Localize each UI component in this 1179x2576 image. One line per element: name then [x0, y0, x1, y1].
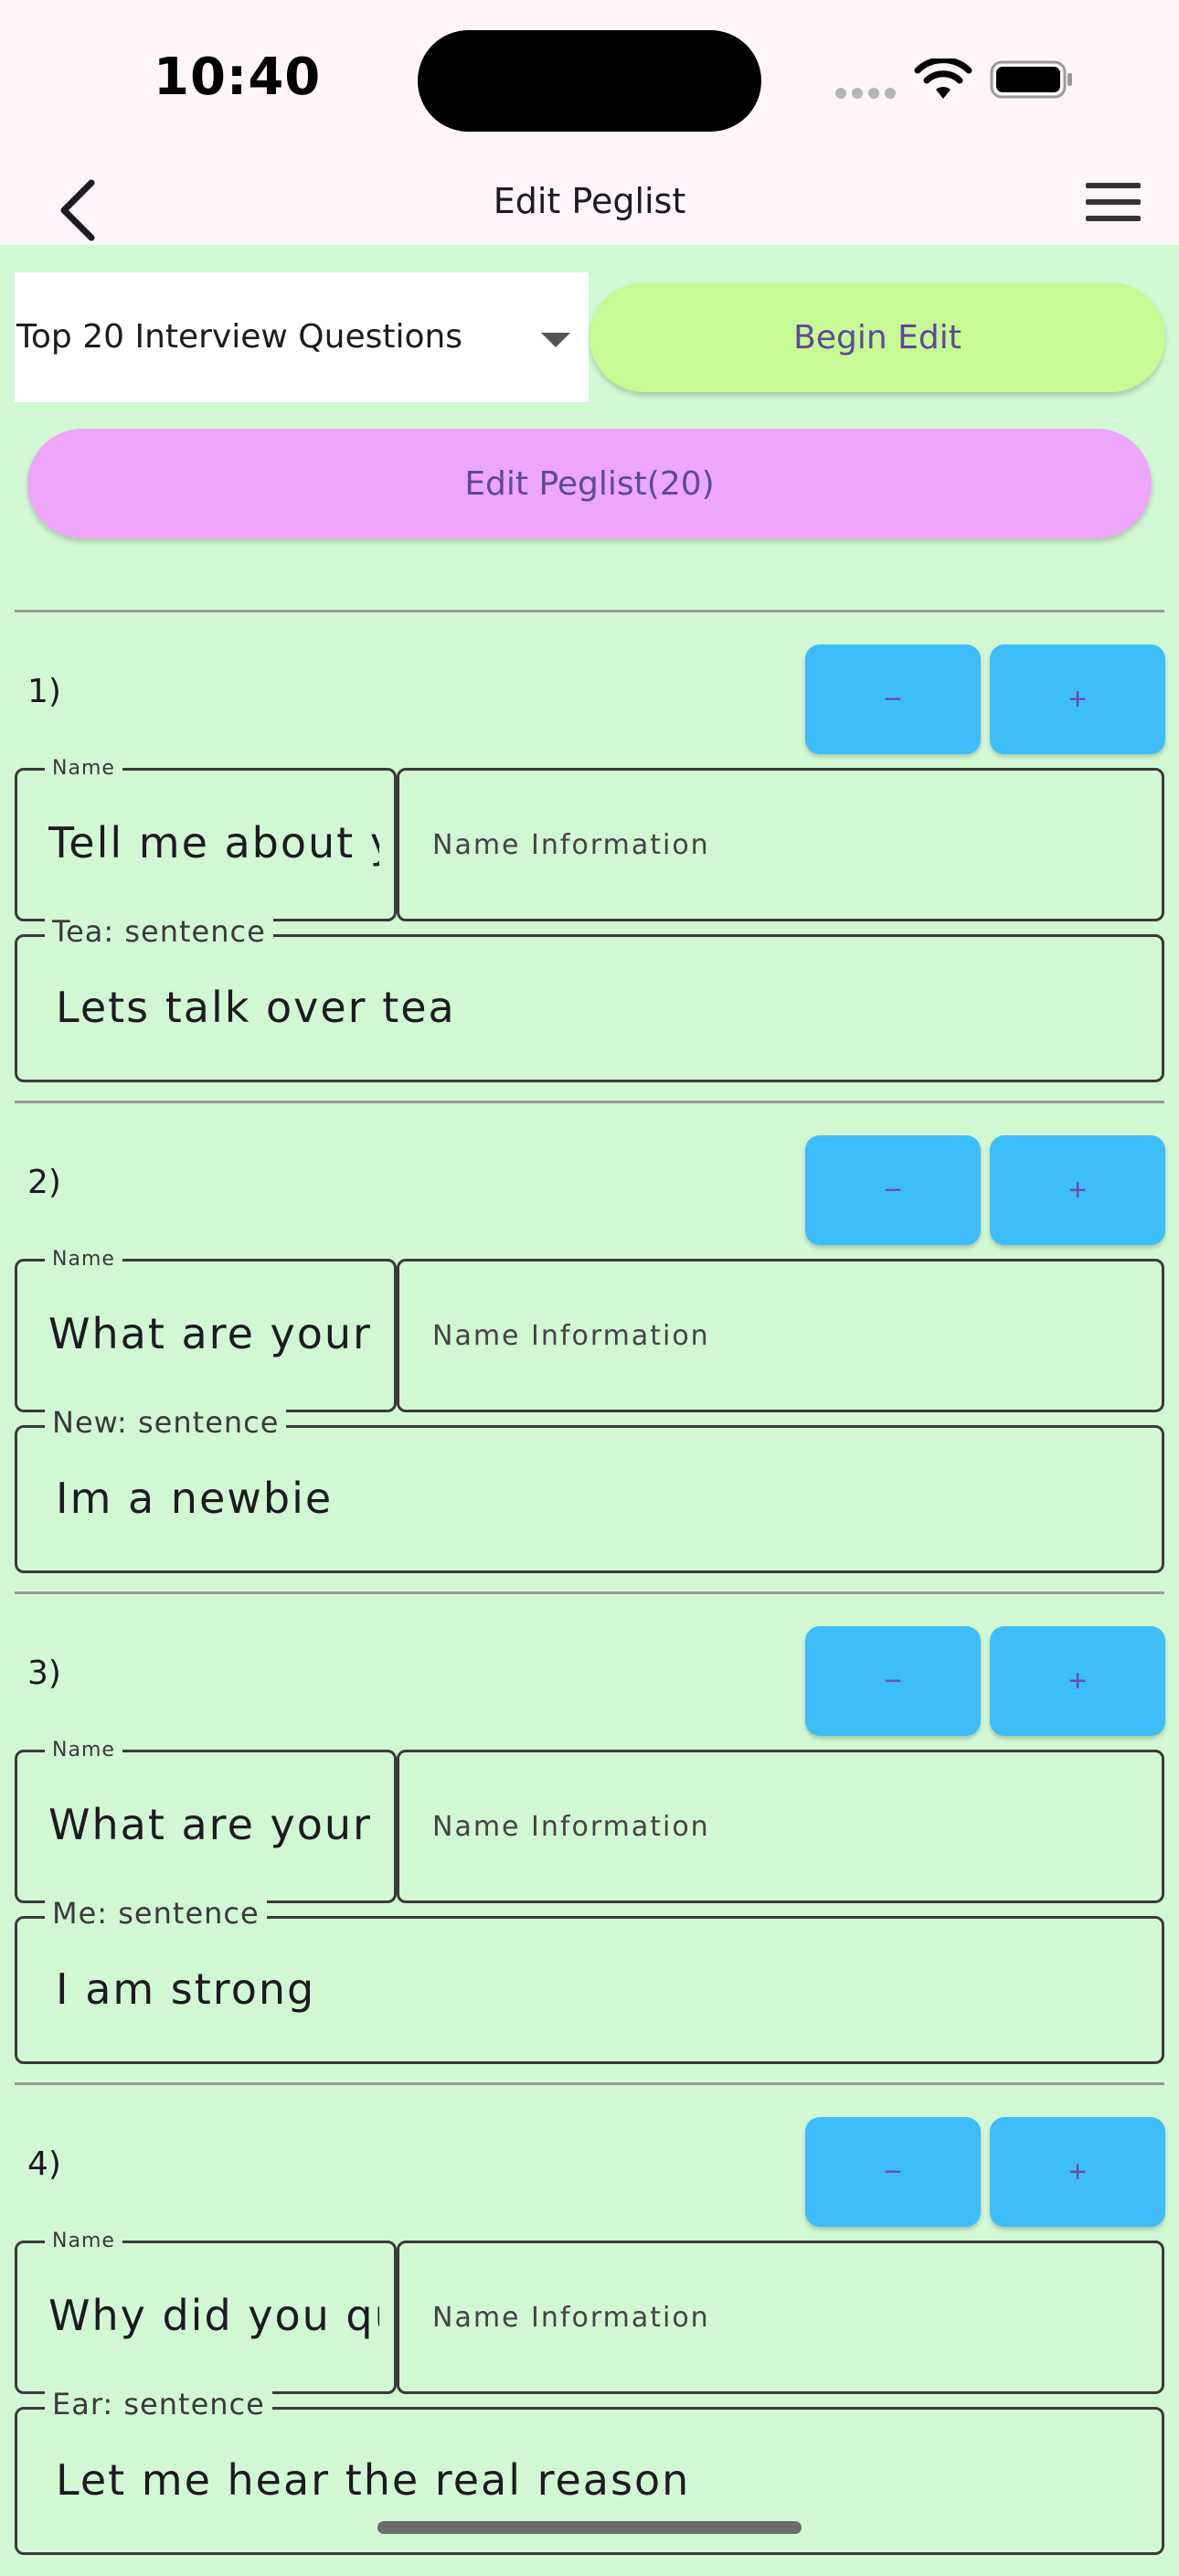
app-bar: Edit Peglist [0, 165, 1179, 245]
dropdown-arrow-icon[interactable] [541, 333, 570, 347]
name-information-placeholder: Name Information [432, 1320, 710, 1352]
peg-item-3: 3) − + Name What are your weaknesses Nam… [0, 1594, 1179, 2085]
name-value: Why did you quit [48, 2291, 379, 2340]
sentence-field[interactable]: Tea: sentence Lets talk over tea [15, 915, 1164, 1082]
dynamic-island [418, 30, 761, 132]
peg-item-1: 1) − + Name Tell me about yourself Name … [0, 612, 1179, 1103]
page-title: Edit Peglist [493, 181, 686, 221]
increment-button[interactable]: + [990, 644, 1165, 754]
sentence-field-label: Tea: sentence [45, 915, 273, 948]
peg-item-2: 2) − + Name What are your strengths Name… [0, 1103, 1179, 1594]
sentence-field[interactable]: Me: sentence I am strong [15, 1897, 1164, 2064]
status-time: 10:40 [154, 48, 322, 107]
decrement-button[interactable]: − [805, 1626, 981, 1736]
sentence-field-label: Me: sentence [45, 1897, 267, 1930]
sentence-field-label: Ear: sentence [45, 2388, 272, 2421]
name-value: Tell me about yourself [48, 818, 379, 868]
name-field[interactable]: Name Why did you quit [15, 2230, 397, 2394]
name-value: What are your strengths [48, 1309, 379, 1358]
battery-icon [990, 60, 1072, 99]
name-field-label: Name [45, 2230, 122, 2252]
name-information-placeholder: Name Information [432, 829, 710, 861]
peg-item-4: 4) − + Name Why did you quit Name Inform… [0, 2085, 1179, 2576]
name-information-field[interactable]: Name Information [397, 1750, 1164, 1903]
wifi-icon [914, 59, 972, 99]
name-field[interactable]: Name What are your strengths [15, 1249, 397, 1412]
sentence-value: Let me hear the real reason [56, 2455, 691, 2505]
begin-edit-button[interactable]: Begin Edit [590, 282, 1165, 392]
item-number: 1) [27, 673, 61, 710]
item-number: 3) [27, 1655, 61, 1692]
decrement-button[interactable]: − [805, 2117, 981, 2227]
name-information-field[interactable]: Name Information [397, 2241, 1164, 2394]
sentence-value: Im a newbie [56, 1474, 334, 1523]
name-information-placeholder: Name Information [432, 2302, 710, 2334]
decrement-button[interactable]: − [805, 1135, 981, 1245]
sentence-value: I am strong [56, 1964, 316, 2014]
sentence-field-label: New: sentence [45, 1406, 287, 1439]
edit-peglist-button[interactable]: Edit Peglist(20) [27, 429, 1152, 538]
cellular-signal-icon [835, 85, 901, 102]
name-field-label: Name [45, 1249, 122, 1271]
name-information-field[interactable]: Name Information [397, 1259, 1164, 1412]
name-field[interactable]: Name What are your weaknesses [15, 1740, 397, 1903]
increment-button[interactable]: + [990, 2117, 1165, 2227]
sentence-value: Lets talk over tea [56, 983, 456, 1032]
peglist-selected-value: Top 20 Interview Questions [16, 318, 463, 356]
name-field-label: Name [45, 1740, 122, 1762]
name-field[interactable]: Name Tell me about yourself [15, 758, 397, 921]
sentence-field[interactable]: New: sentence Im a newbie [15, 1406, 1164, 1573]
peglist-dropdown[interactable]: Top 20 Interview Questions [15, 272, 589, 402]
home-indicator[interactable] [377, 2521, 802, 2534]
item-number: 4) [27, 2145, 61, 2183]
decrement-button[interactable]: − [805, 644, 981, 754]
increment-button[interactable]: + [990, 1135, 1165, 1245]
menu-icon[interactable] [1086, 183, 1141, 223]
name-information-placeholder: Name Information [432, 1811, 710, 1843]
increment-button[interactable]: + [990, 1626, 1165, 1736]
item-number: 2) [27, 1164, 61, 1201]
name-value: What are your weaknesses [48, 1800, 379, 1849]
status-bar: 10:40 [0, 0, 1179, 165]
name-information-field[interactable]: Name Information [397, 768, 1164, 921]
name-field-label: Name [45, 758, 122, 780]
